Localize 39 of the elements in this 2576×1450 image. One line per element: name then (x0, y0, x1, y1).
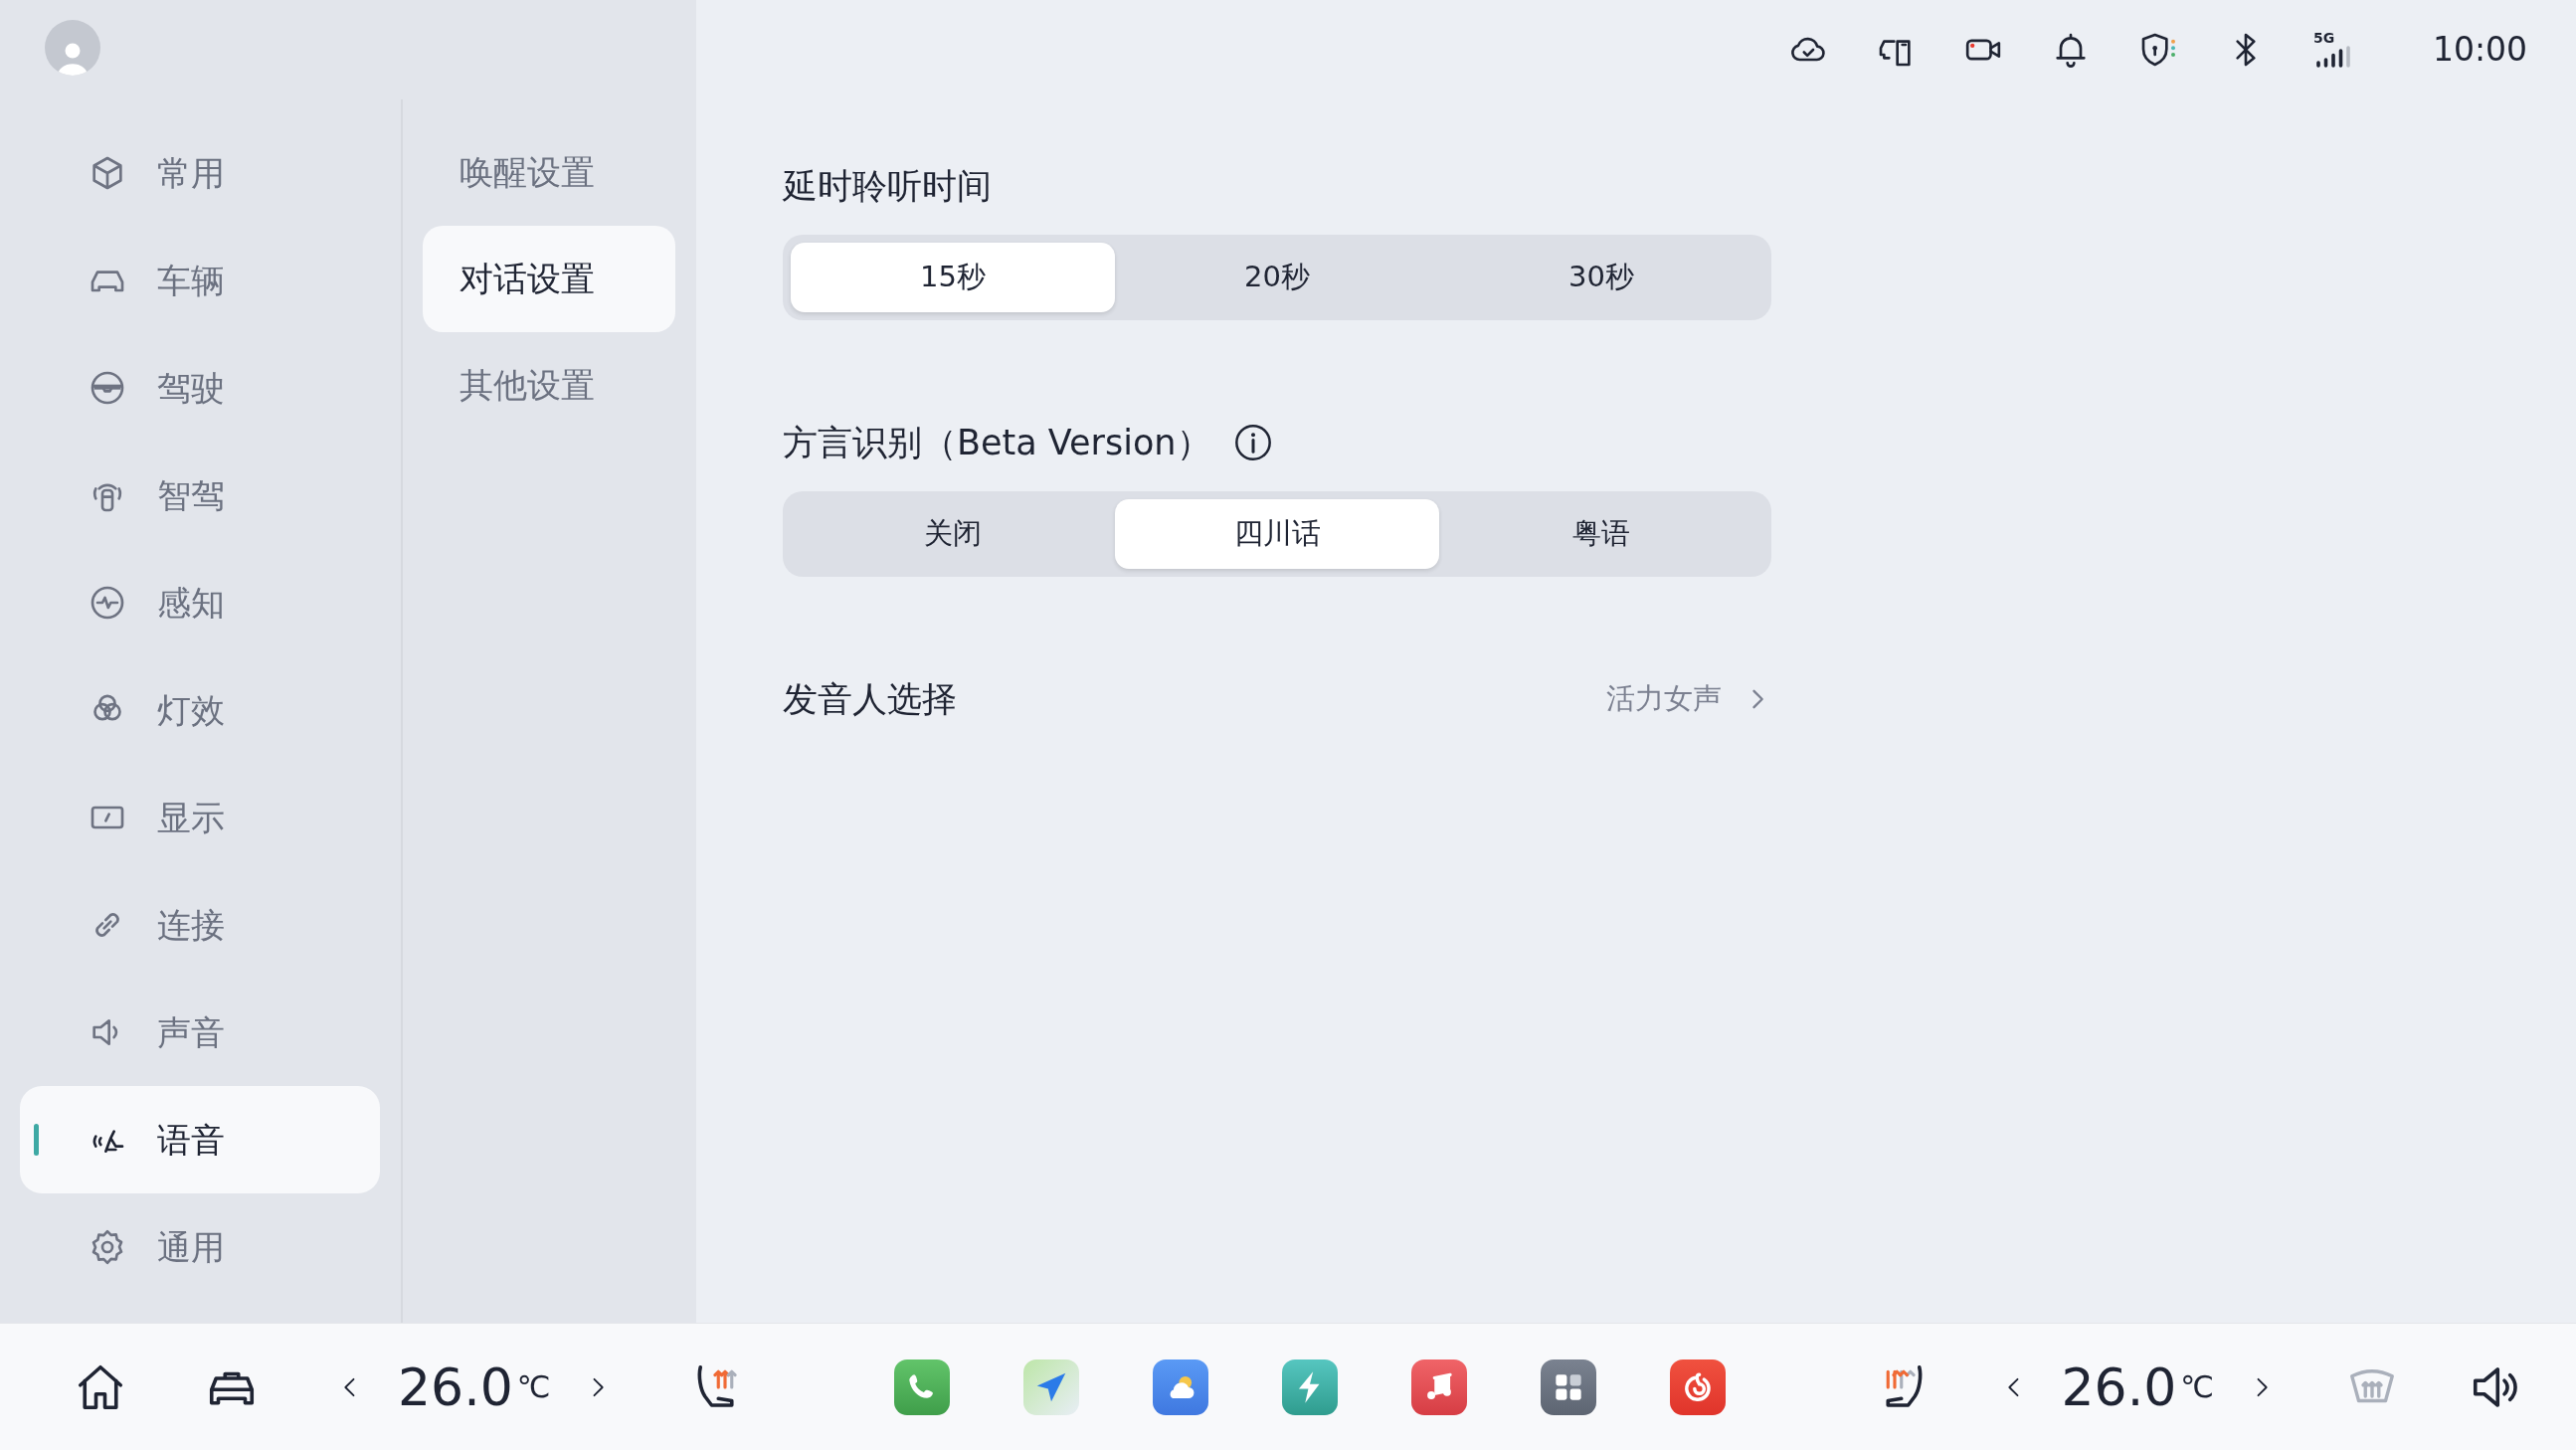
subnav-item[interactable]: 其他设置 (423, 332, 675, 439)
temperature-unit: ℃ (516, 1367, 551, 1406)
selection-indicator (34, 1124, 39, 1156)
clock-time: 10:00 (2432, 29, 2527, 72)
section-title: 延时聆听时间 (783, 165, 992, 208)
segment-option[interactable]: 四川话 (1115, 499, 1439, 569)
segment-option[interactable]: 粤语 (1439, 499, 1763, 569)
sidebar-item[interactable]: 显示 (20, 764, 380, 871)
sidebar-item[interactable]: 车辆 (20, 227, 380, 334)
section-title: 方言识别（Beta Version） (783, 422, 1211, 464)
sidebar-item[interactable]: 智驾 (20, 442, 380, 549)
network-type-label: 5G (2312, 31, 2335, 45)
voice-selector[interactable]: 活力女声 (1606, 677, 1771, 721)
segment-option[interactable]: 30秒 (1439, 243, 1763, 312)
subnav-item[interactable]: 对话设置 (423, 226, 675, 332)
sidebar-item[interactable]: 通用 (20, 1193, 380, 1301)
phone-app-icon[interactable] (894, 1359, 950, 1415)
charging-app-icon[interactable] (1282, 1359, 1338, 1415)
music-app-icon[interactable] (1411, 1359, 1467, 1415)
sidebar-item[interactable]: 驾驶 (20, 334, 380, 442)
segment-option[interactable]: 20秒 (1115, 243, 1439, 312)
sidebar-item[interactable]: 连接 (20, 871, 380, 979)
temperature-value: 26.0 (398, 1360, 513, 1413)
weather-app-icon[interactable] (1153, 1359, 1208, 1415)
sidebar-item[interactable]: 声音 (20, 979, 380, 1086)
sidebar-item[interactable]: 灯效 (20, 656, 380, 764)
sidebar-item[interactable]: 感知 (20, 549, 380, 656)
section-title: 发音人选择 (783, 678, 957, 721)
segment-option[interactable]: 关闭 (791, 499, 1115, 569)
segment-option[interactable]: 15秒 (791, 243, 1115, 312)
sidebar-item[interactable]: 语音 (20, 1086, 380, 1193)
temperature-value: 26.0 (2061, 1360, 2177, 1413)
sidebar-item[interactable]: 常用 (20, 119, 380, 227)
app-grid-icon[interactable] (1541, 1359, 1596, 1415)
subnav-item[interactable]: 唤醒设置 (423, 119, 675, 226)
temperature-unit: ℃ (2180, 1367, 2214, 1406)
music-streaming-app-icon[interactable] (1670, 1359, 1726, 1415)
info-icon[interactable] (1232, 423, 1273, 462)
navigation-app-icon[interactable] (1023, 1359, 1079, 1415)
